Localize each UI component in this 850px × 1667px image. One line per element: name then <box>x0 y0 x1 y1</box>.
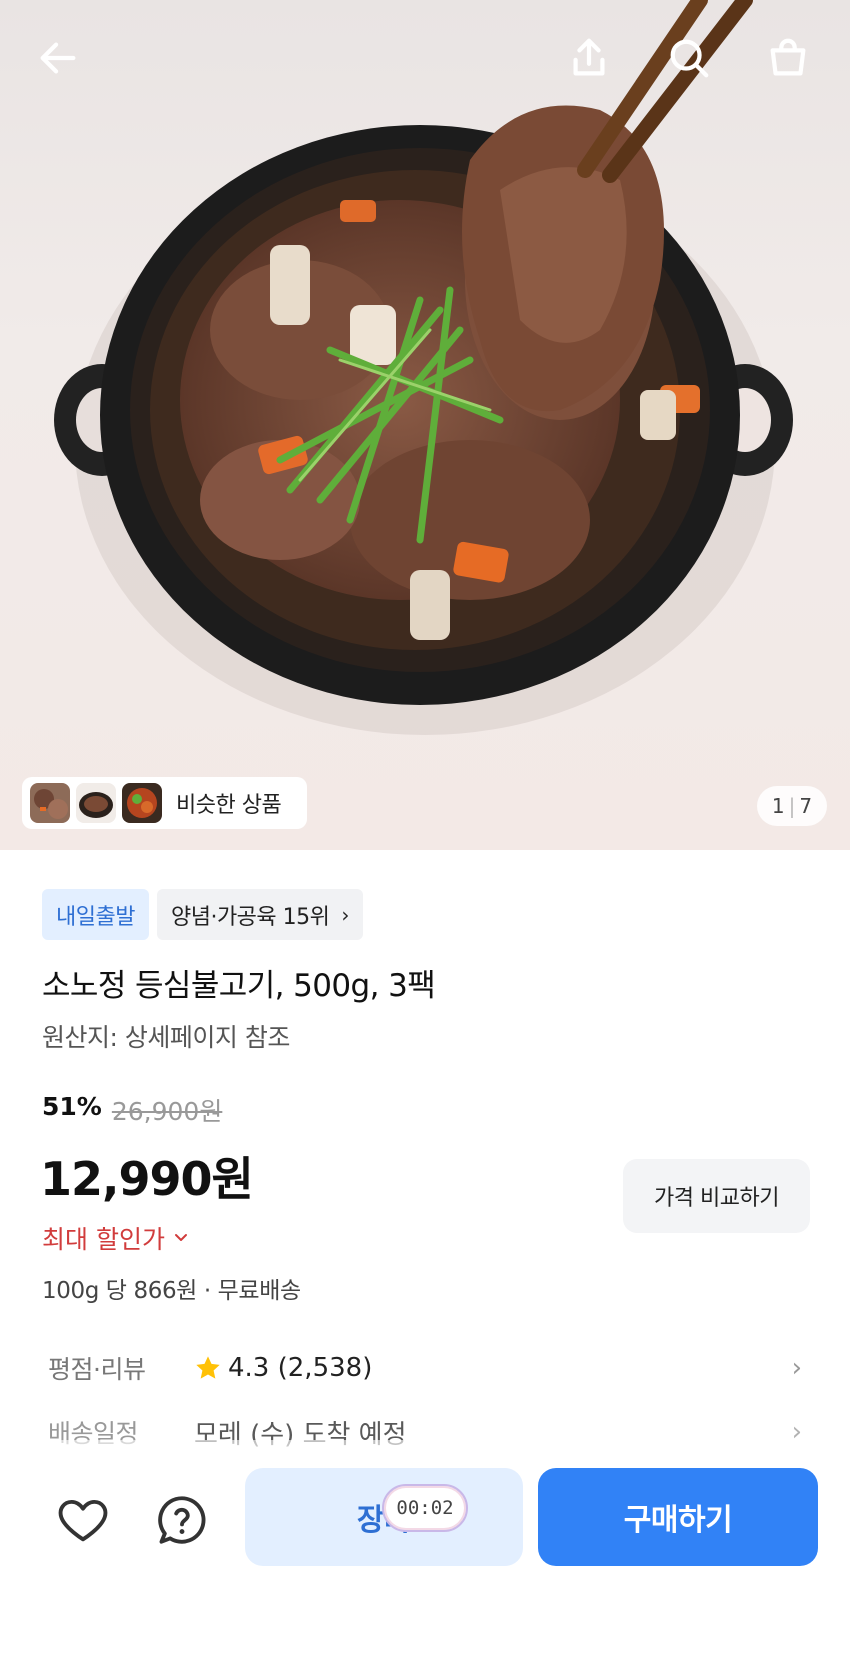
help-button[interactable] <box>149 1487 215 1553</box>
similar-products-button[interactable]: 비슷한 상품 <box>22 777 307 829</box>
max-discount-toggle[interactable]: 최대 할인가 <box>42 1220 189 1256</box>
product-image-carousel[interactable]: 비슷한 상품 1 | 7 <box>0 0 850 850</box>
sale-price: 12,990원 <box>40 1152 254 1206</box>
chevron-right-icon: › <box>791 1353 802 1383</box>
max-discount-label: 최대 할인가 <box>42 1225 165 1254</box>
product-photo <box>54 0 793 735</box>
badge-row: 내일출발 양념·가공육 15위 › <box>42 889 363 940</box>
similar-thumb <box>30 783 70 823</box>
similar-thumb <box>122 783 162 823</box>
discount-rate: 51% <box>42 1092 102 1121</box>
favorite-button[interactable] <box>50 1487 116 1553</box>
cart-button[interactable] <box>758 28 818 88</box>
original-price: 26,900원 <box>111 1097 223 1126</box>
chevron-right-icon: › <box>341 902 349 927</box>
pager-current: 1 <box>771 794 785 818</box>
discount-row: 51% 26,900원 <box>42 1092 222 1128</box>
back-button[interactable] <box>28 28 88 88</box>
arrow-left-icon <box>40 42 76 74</box>
product-title: 소노정 등심불고기, 500g, 3팩 <box>42 968 436 1004</box>
similar-products-label: 비슷한 상품 <box>176 793 282 818</box>
pager-total: 7 <box>799 794 813 818</box>
image-pager: 1 | 7 <box>757 786 827 826</box>
shopping-bag-icon <box>770 38 806 76</box>
timer-badge: 00:02 <box>382 1484 468 1532</box>
product-origin: 원산지: 상세페이지 참조 <box>42 1023 290 1052</box>
buy-button[interactable]: 구매하기 <box>538 1468 818 1566</box>
star-icon <box>196 1356 220 1379</box>
share-button[interactable] <box>559 28 619 88</box>
pager-separator: | <box>788 794 796 818</box>
similar-thumb <box>76 783 116 823</box>
rating-label: 평점·리뷰 <box>48 1355 146 1384</box>
search-icon <box>670 39 709 78</box>
rating-value: 4.3 (2,538) <box>228 1353 373 1383</box>
share-icon <box>573 38 605 76</box>
search-button[interactable] <box>659 28 719 88</box>
rating-review-row[interactable]: 평점·리뷰 4.3 (2,538) › <box>48 1348 808 1388</box>
ranking-badge[interactable]: 양념·가공육 15위 › <box>156 889 363 940</box>
unit-price: 100g 당 866원 · 무료배송 <box>42 1278 301 1304</box>
price-compare-button[interactable]: 가격 비교하기 <box>623 1159 810 1233</box>
ranking-label: 양념·가공육 15위 <box>170 904 330 930</box>
heart-icon <box>58 1499 108 1542</box>
shipping-badge: 내일출발 <box>42 889 149 940</box>
question-icon <box>158 1496 206 1544</box>
chevron-down-icon <box>174 1234 187 1241</box>
rating-value-wrap: 4.3 (2,538) <box>194 1353 372 1383</box>
